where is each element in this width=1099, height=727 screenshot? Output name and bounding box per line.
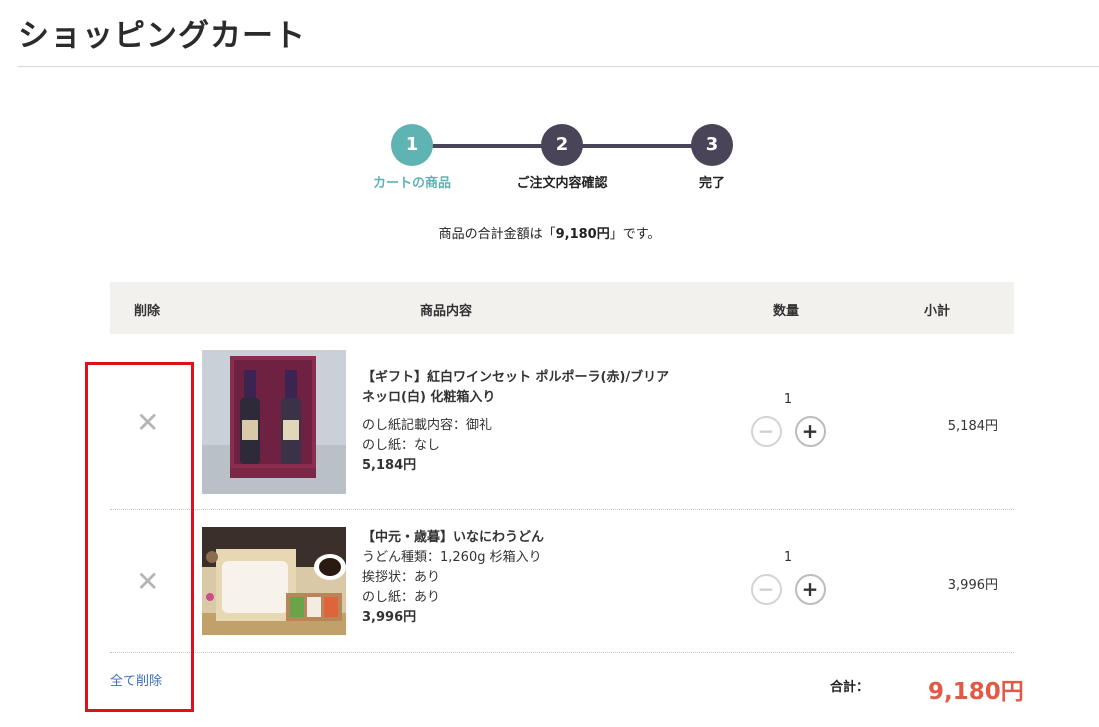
summary-suffix: 」です。 (609, 227, 661, 242)
cart-table-header: 削除 商品内容 数量 小計 (110, 282, 1014, 334)
row-subtotal: 5,184円 (947, 419, 998, 434)
quantity-control: 1 − + (750, 392, 826, 447)
step-confirm: 2 ご注文内容確認 (492, 124, 632, 191)
total-label: 合計： (830, 680, 870, 695)
remove-item-icon[interactable]: ✕ (136, 568, 159, 596)
step-complete: 3 完了 (642, 124, 782, 191)
header-quantity: 数量 (773, 304, 800, 319)
product-name-line: ネッロ(白) 化粧箱入り (362, 390, 496, 405)
product-option: うどん種類：1,260g 杉箱入り (362, 550, 542, 565)
decrease-quantity-button[interactable]: − (750, 416, 782, 447)
row-subtotal: 3,996円 (947, 578, 998, 593)
step-label: カートの商品 (372, 176, 451, 191)
quantity-value: 1 (783, 392, 793, 407)
quantity-buttons: − + (750, 574, 826, 605)
step-label: ご注文内容確認 (516, 176, 608, 191)
product-name[interactable]: 【ギフト】紅白ワインセット ポルポーラ(赤)/ブリア ネッロ(白) 化粧箱入り (362, 368, 702, 408)
product-option: のし紙：なし (362, 438, 441, 453)
summary-amount: 9,180円 (555, 227, 610, 242)
product-image-udon[interactable] (202, 527, 346, 635)
step-number: 3 (691, 124, 733, 166)
product-price: 3,996円 (362, 610, 417, 625)
page-title: ショッピングカート (18, 18, 306, 54)
increase-quantity-button[interactable]: + (794, 574, 826, 605)
delete-all-link[interactable]: 全て削除 (110, 670, 162, 689)
header-delete: 削除 (134, 304, 161, 319)
decrease-quantity-button[interactable]: − (750, 574, 782, 605)
total-value: 9,180円 (928, 679, 1024, 705)
header-subtotal: 小計 (924, 304, 951, 319)
product-name-line: 【ギフト】紅白ワインセット ポルポーラ(赤)/ブリア (362, 370, 670, 385)
quantity-control: 1 − + (750, 550, 826, 605)
step-number: 2 (541, 124, 583, 166)
cart-total-summary: 商品の合計金額は「9,180円」です。 (0, 223, 1099, 242)
product-info: 【ギフト】紅白ワインセット ポルポーラ(赤)/ブリア ネッロ(白) 化粧箱入り の… (362, 368, 702, 476)
product-name[interactable]: 【中元・歳暮】いなにわうどん (362, 528, 702, 548)
checkout-stepper: 1 カートの商品 2 ご注文内容確認 3 完了 (340, 124, 780, 194)
cart-row: ✕ 【ギフト】紅白ワインセット ポルポーラ(赤)/ブリア ネッロ(白) 化粧箱入り… (110, 334, 1014, 510)
product-option: 挨拶状：あり (362, 570, 441, 585)
remove-item-icon[interactable]: ✕ (136, 409, 159, 437)
step-number: 1 (391, 124, 433, 166)
product-info: 【中元・歳暮】いなにわうどん うどん種類：1,260g 杉箱入り 挨拶状：あり … (362, 528, 702, 628)
product-image-wine-set[interactable] (202, 350, 346, 494)
product-price: 5,184円 (362, 458, 417, 473)
cart-row: ✕ 【中元・歳暮】いなにわうどん うどん種類：1,260g 杉箱入り 挨拶状：あ… (110, 510, 1014, 653)
increase-quantity-button[interactable]: + (794, 416, 826, 447)
header-description: 商品内容 (420, 304, 473, 319)
title-divider (18, 66, 1099, 67)
quantity-buttons: − + (750, 416, 826, 447)
product-option: のし紙記載内容：御礼 (362, 418, 493, 433)
step-cart: 1 カートの商品 (342, 124, 482, 191)
summary-prefix: 商品の合計金額は「 (438, 227, 556, 242)
step-label: 完了 (698, 176, 725, 191)
product-option: のし紙：あり (362, 590, 441, 605)
quantity-value: 1 (783, 550, 793, 565)
